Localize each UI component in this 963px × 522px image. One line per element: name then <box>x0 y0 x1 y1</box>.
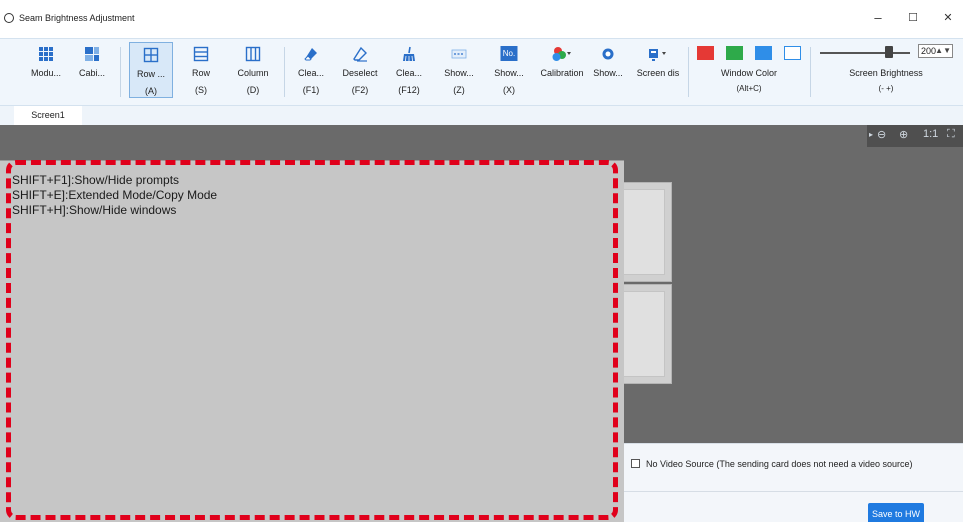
row-column-tool-button[interactable]: Row ... (A) <box>129 42 173 98</box>
minimize-button[interactable]: – <box>863 9 893 27</box>
screen-tab-bar: Screen1 <box>0 106 963 125</box>
brightness-value-input[interactable]: 200 ▲▼ <box>918 44 953 58</box>
zoom-out-icon[interactable]: ⊖ <box>877 128 886 141</box>
window-color-white-swatch[interactable] <box>784 46 801 60</box>
clear-tool-button[interactable]: Clea... (F1) <box>291 39 331 105</box>
row-column-grid-icon <box>143 47 159 63</box>
zoom-toolbar: ▸ ⊖ ⊕ 1:1 ⛶ <box>867 125 963 147</box>
window-color-label: Window Color <box>720 68 778 78</box>
broom-icon <box>403 46 415 62</box>
toolbar-separator <box>810 47 811 97</box>
window-color-blue-swatch[interactable] <box>755 46 772 60</box>
window-title: Seam Brightness Adjustment <box>19 13 135 23</box>
tool-label: Calibration <box>540 68 584 78</box>
prompt-line: SHIFT+F1]:Show/Hide prompts <box>12 173 180 187</box>
tool-shortcut: (S) <box>195 85 207 95</box>
eye-icon <box>602 48 614 60</box>
brightness-spin-icon[interactable]: ▲▼ <box>935 45 951 57</box>
tool-label: Clea... <box>395 68 422 78</box>
tool-label: Cabi... <box>78 68 105 78</box>
column-tool-button[interactable]: Column (D) <box>229 39 277 105</box>
tool-shortcut: (F1) <box>302 85 320 95</box>
tool-label: Modu... <box>30 68 61 78</box>
show-dashed-icon <box>451 49 467 59</box>
tool-shortcut: (Z) <box>453 85 465 95</box>
tool-label: Show... <box>593 68 623 78</box>
tool-label: Show... <box>444 68 474 78</box>
clear-all-tool-button[interactable]: Clea... (F12) <box>389 39 429 105</box>
tool-label: Row ... <box>136 69 165 79</box>
save-to-hw-button[interactable]: Save to HW <box>868 503 924 522</box>
toolbar-separator <box>284 47 285 97</box>
collapse-arrow-icon[interactable]: ▸ <box>869 130 873 139</box>
screen-display-icon <box>649 49 666 61</box>
show-tool-button[interactable]: Show... <box>592 39 624 105</box>
eraser-icon <box>304 48 317 61</box>
toolbar: Modu... Cabi... Row ... (A) Row (S) Colu… <box>0 38 963 106</box>
module-tool-button[interactable]: Modu... <box>26 39 66 105</box>
tool-label: Deselect <box>342 68 378 78</box>
divider <box>624 491 963 492</box>
maximize-button[interactable]: ☐ <box>898 9 928 27</box>
tool-label: Row <box>191 68 210 78</box>
window-color-green-swatch[interactable] <box>726 46 743 60</box>
tool-label: Screen dis <box>636 68 680 78</box>
window-color-red-swatch[interactable] <box>697 46 714 60</box>
fit-screen-icon[interactable]: ⛶ <box>947 128 955 141</box>
zoom-in-icon[interactable]: ⊕ <box>899 128 908 141</box>
prompt-line: SHIFT+E]:Extended Mode/Copy Mode <box>12 188 218 202</box>
calibration-tool-button[interactable]: Calibration <box>534 39 590 105</box>
row-icon <box>193 46 209 62</box>
screen-display-tool-button[interactable]: Screen dis <box>634 39 682 105</box>
brightness-slider-track[interactable] <box>820 52 910 54</box>
window-color-shortcut: (Alt+C) <box>736 84 762 93</box>
toolbar-separator <box>688 47 689 97</box>
module-grid-icon <box>39 47 53 61</box>
deselect-eraser-icon <box>353 46 367 62</box>
brightness-value: 200 <box>921 46 937 56</box>
tab-screen1[interactable]: Screen1 <box>14 106 82 125</box>
no-video-source-label: No Video Source (The sending card does n… <box>646 459 913 469</box>
actual-size-button[interactable]: 1:1 <box>923 128 938 140</box>
row-tool-button[interactable]: Row (S) <box>181 39 221 105</box>
show-number-tool-button[interactable]: No. Show... (X) <box>489 39 529 105</box>
tool-shortcut: (X) <box>503 85 515 95</box>
tool-label: Clea... <box>297 68 324 78</box>
title-bar: Seam Brightness Adjustment – ☐ ✕ <box>0 0 963 38</box>
prompt-line: SHIFT+H]:Show/Hide windows <box>12 203 177 217</box>
brightness-slider-thumb[interactable] <box>885 46 893 58</box>
close-button[interactable]: ✕ <box>933 9 963 27</box>
tool-shortcut: (D) <box>246 85 260 95</box>
cabinet-tool-button[interactable]: Cabi... <box>72 39 112 105</box>
deselect-tool-button[interactable]: Deselect (F2) <box>337 39 383 105</box>
screen-brightness-label: Screen Brightness <box>849 68 923 78</box>
cabinet-icon <box>85 47 99 61</box>
tool-label: Column <box>237 68 269 78</box>
shortcut-prompts-panel: SHIFT+F1]:Show/Hide prompts SHIFT+E]:Ext… <box>0 160 624 522</box>
tool-shortcut: (F2) <box>351 85 369 95</box>
no-video-source-checkbox[interactable] <box>631 459 640 468</box>
screen-brightness-shortcut: (- +) <box>878 84 894 93</box>
tool-shortcut: (A) <box>145 86 157 96</box>
calibration-palette-icon <box>552 47 571 61</box>
number-icon: No. <box>500 46 518 61</box>
tool-shortcut: (F12) <box>398 85 420 95</box>
toolbar-separator <box>120 47 121 97</box>
show-seam-tool-button[interactable]: Show... (Z) <box>439 39 479 105</box>
column-icon <box>245 46 261 62</box>
app-icon <box>4 13 14 23</box>
tool-label: Show... <box>494 68 524 78</box>
